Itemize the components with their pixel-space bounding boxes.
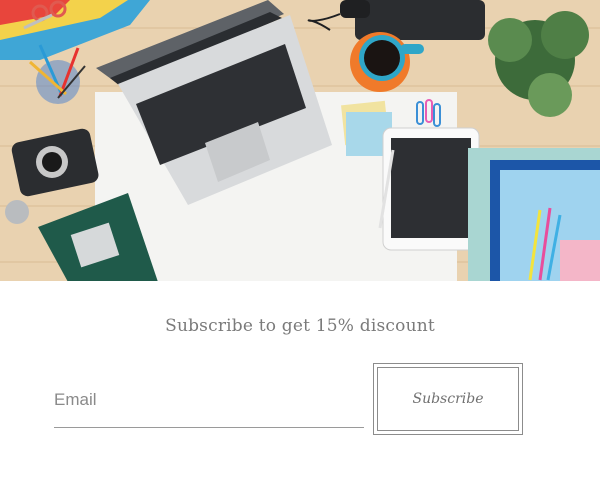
tablet-icon (382, 127, 480, 251)
desk-workspace-photo (0, 0, 600, 281)
newsletter-page: Subscribe to get 15% discount Subscribe (0, 0, 600, 489)
subscribe-headline: Subscribe to get 15% discount (165, 316, 435, 336)
subscribe-form: Subscribe (54, 363, 524, 435)
subscribe-button[interactable]: Subscribe (373, 363, 523, 435)
hero-image (0, 0, 600, 281)
subscribe-button-label: Subscribe (377, 367, 519, 431)
email-field-wrapper (54, 381, 364, 428)
email-input[interactable] (54, 381, 364, 419)
